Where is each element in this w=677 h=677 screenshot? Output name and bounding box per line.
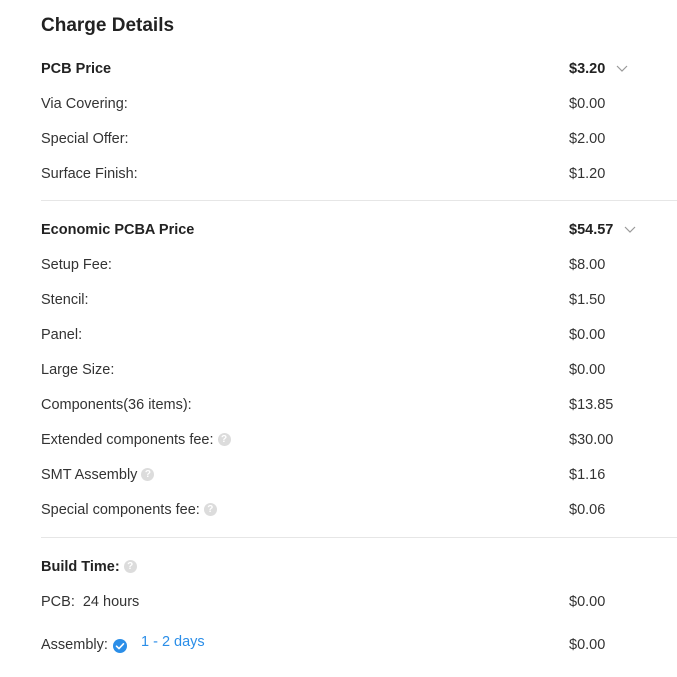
pcb-build-time: 24 hours: [82, 594, 140, 610]
panel-label: Panel:: [41, 327, 83, 343]
build-time-label: Build Time:: [41, 559, 120, 575]
via-covering-label: Via Covering:: [41, 96, 128, 112]
help-icon[interactable]: ?: [203, 502, 217, 516]
extended-components-fee-row: Extended components fee:?: [41, 432, 231, 448]
pcb-build-row: PCB: 24 hours: [41, 594, 139, 610]
assembly-build-value: $0.00: [569, 637, 606, 653]
smt-assembly-value: $1.16: [569, 467, 606, 483]
pcb-price-label: PCB Price: [41, 61, 112, 77]
page-title: Charge Details: [41, 15, 175, 36]
special-components-fee-row: Special components fee:?: [41, 502, 217, 518]
help-icon[interactable]: ?: [123, 559, 137, 573]
section-divider: [41, 200, 677, 201]
special-components-fee-value: $0.06: [569, 502, 606, 518]
setup-fee-value: $8.00: [569, 257, 606, 273]
large-size-label: Large Size:: [41, 362, 115, 378]
surface-finish-label: Surface Finish:: [41, 166, 138, 182]
section-divider: [41, 537, 677, 538]
stencil-label: Stencil:: [41, 292, 89, 308]
large-size-value: $0.00: [569, 362, 606, 378]
pcba-price-label: Economic PCBA Price: [41, 222, 195, 238]
surface-finish-value: $1.20: [569, 166, 606, 182]
smt-assembly-row: SMT Assembly?: [41, 467, 155, 483]
extended-components-fee-label: Extended components fee:: [41, 432, 214, 448]
via-covering-value: $0.00: [569, 96, 606, 112]
setup-fee-label: Setup Fee:: [41, 257, 112, 273]
special-offer-value: $2.00: [569, 131, 606, 147]
assembly-build-label: Assembly:: [41, 637, 108, 653]
help-icon[interactable]: ?: [141, 467, 155, 481]
components-value: $13.85: [569, 397, 614, 413]
panel-value: $0.00: [569, 327, 606, 343]
chevron-down-icon[interactable]: [616, 65, 628, 73]
check-circle-icon[interactable]: [113, 638, 127, 653]
pcb-price-total: $3.20: [569, 61, 606, 77]
build-time-row: Build Time:?: [41, 559, 137, 575]
assembly-time-option[interactable]: 1 - 2 days: [141, 634, 205, 650]
pcb-build-value: $0.00: [569, 594, 606, 610]
components-label: Components(36 items):: [41, 397, 192, 413]
special-offer-label: Special Offer:: [41, 131, 129, 147]
stencil-value: $1.50: [569, 292, 606, 308]
extended-components-fee-value: $30.00: [569, 432, 614, 448]
pcb-build-label: PCB:: [41, 594, 75, 610]
pcba-price-total: $54.57: [569, 222, 614, 238]
smt-assembly-label: SMT Assembly: [41, 467, 138, 483]
special-components-fee-label: Special components fee:: [41, 502, 200, 518]
chevron-down-icon[interactable]: [624, 226, 636, 234]
help-icon[interactable]: ?: [217, 432, 231, 446]
